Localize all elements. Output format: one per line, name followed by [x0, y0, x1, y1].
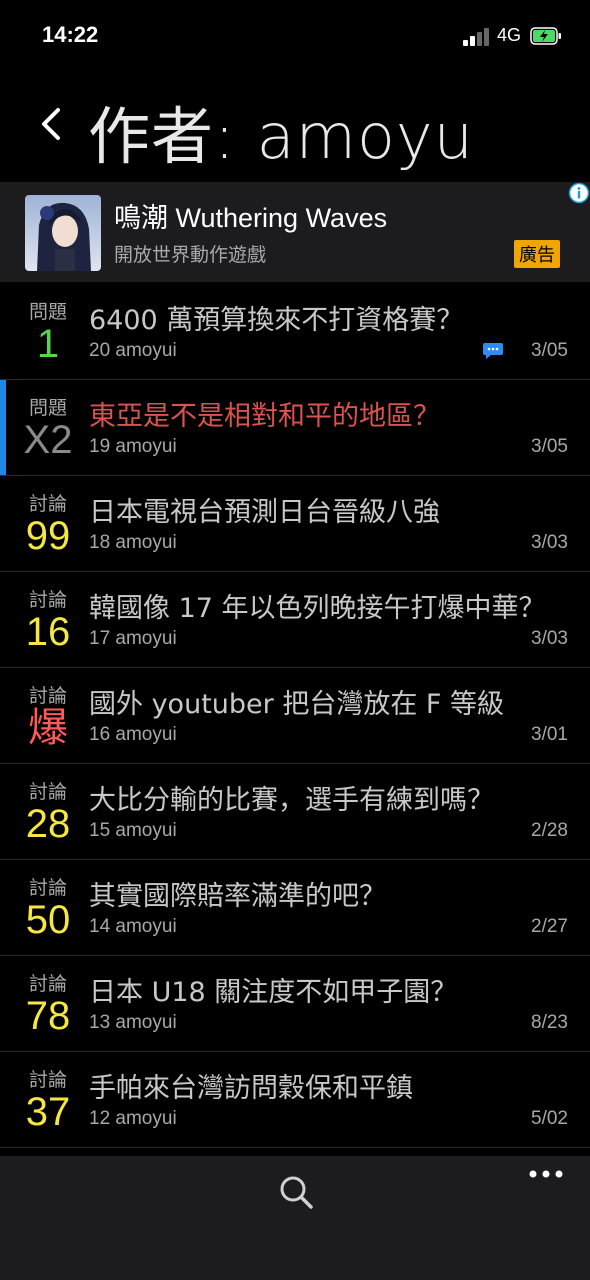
post-date: 3/05	[531, 340, 568, 361]
post-meta: 14 amoyui	[89, 916, 177, 937]
post-date: 3/01	[531, 724, 568, 745]
status-time: 14:22	[42, 22, 99, 47]
post-title[interactable]: 日本 U18 關注度不如甲子園？	[89, 970, 457, 1009]
post-title[interactable]: 國外 youtuber 把台灣放在 F 等級	[89, 682, 504, 721]
signal-icon	[463, 28, 491, 46]
search-icon[interactable]	[278, 1174, 314, 1210]
post-title[interactable]: 其實國際賠率滿準的吧？	[89, 874, 386, 913]
post-reply-count: 28	[25, 802, 71, 846]
post-meta: 12 amoyui	[89, 1108, 177, 1129]
post-date: 2/28	[531, 820, 568, 841]
post-list: 問題 1 6400 萬預算換來不打資格賽？ 20 amoyui 3/05 問題 X2 東亞是不…	[0, 284, 590, 1148]
post-date: 3/03	[531, 532, 568, 553]
ad-thumbnail[interactable]	[25, 195, 101, 271]
page-title: 作者: amoyu	[88, 100, 474, 173]
post-title[interactable]: 大比分輸的比賽，選手有練到嗎？	[89, 778, 494, 817]
post-date: 3/03	[531, 628, 568, 649]
post-reply-count: 99	[25, 514, 71, 558]
post-meta: 19 amoyui	[89, 436, 177, 457]
battery-icon	[530, 27, 561, 45]
post-meta: 18 amoyui	[89, 532, 177, 553]
list-item[interactable]: 討論 28 大比分輸的比賽，選手有練到嗎？ 15 amoyui 2/28	[0, 764, 590, 860]
post-meta: 15 amoyui	[89, 820, 177, 841]
post-reply-count: 50	[25, 898, 71, 942]
post-title[interactable]: 6400 萬預算換來不打資格賽？	[89, 298, 463, 337]
post-date: 2/27	[531, 916, 568, 937]
bottom-toolbar	[0, 1156, 590, 1280]
post-title[interactable]: 日本電視台預測日台晉級八強	[89, 490, 440, 529]
post-reply-count: 爆	[28, 706, 68, 750]
post-meta: 13 amoyui	[89, 1012, 177, 1033]
list-item[interactable]: 討論爆國外 youtuber 把台灣放在 F 等級 16 amoyui 3/01	[0, 668, 590, 764]
comment-bubble-icon	[483, 343, 503, 359]
ad-title[interactable]: 鳴潮 Wuthering Waves	[114, 196, 387, 235]
post-date: 3/05	[531, 436, 568, 457]
more-dots-icon[interactable]	[528, 1166, 564, 1182]
list-item[interactable]: 問題 X2 東亞是不是相對和平的地區？ 19 amoyui 3/05	[0, 380, 590, 476]
ad-badge: 廣告	[514, 240, 560, 268]
post-reply-count: 1	[36, 322, 60, 366]
post-title[interactable]: 韓國像 17 年以色列晚接午打爆中華？	[89, 586, 546, 625]
info-icon[interactable]	[568, 182, 590, 204]
post-date: 8/23	[531, 1012, 568, 1033]
list-item[interactable]: 討論 50 其實國際賠率滿準的吧？ 14 amoyui 2/27	[0, 860, 590, 956]
list-item[interactable]: 討論 16 韓國像 17 年以色列晚接午打爆中華？ 17 amoyui 3/03	[0, 572, 590, 668]
header: 作者: amoyu	[0, 72, 590, 182]
post-title[interactable]: 手帕來台灣訪問穀保和平鎮	[89, 1066, 413, 1105]
post-date: 5/02	[531, 1108, 568, 1129]
list-item[interactable]: 問題 1 6400 萬預算換來不打資格賽？ 20 amoyui 3/05	[0, 284, 590, 380]
post-title[interactable]: 東亞是不是相對和平的地區？	[89, 394, 440, 433]
status-bar: 14:22 4G	[0, 0, 590, 72]
list-item[interactable]: 討論 37 手帕來台灣訪問穀保和平鎮 12 amoyui 5/02	[0, 1052, 590, 1148]
chevron-left-icon[interactable]	[38, 102, 68, 146]
post-meta: 17 amoyui	[89, 628, 177, 649]
ad-banner[interactable]: 鳴潮 Wuthering Waves 開放世界動作遊戲 廣告	[0, 182, 590, 282]
post-reply-count: X2	[23, 418, 73, 462]
post-reply-count: 78	[25, 994, 71, 1038]
ad-subtitle: 開放世界動作遊戲	[114, 244, 267, 266]
post-reply-count: 16	[25, 610, 71, 654]
list-item[interactable]: 討論 99 日本電視台預測日台晉級八強 18 amoyui 3/03	[0, 476, 590, 572]
post-meta: 16 amoyui	[89, 724, 177, 745]
post-reply-count: 37	[25, 1090, 71, 1134]
post-meta: 20 amoyui	[89, 340, 177, 361]
list-item[interactable]: 討論 78 日本 U18 關注度不如甲子園？ 13 amoyui 8/23	[0, 956, 590, 1052]
network-label: 4G	[497, 25, 522, 45]
